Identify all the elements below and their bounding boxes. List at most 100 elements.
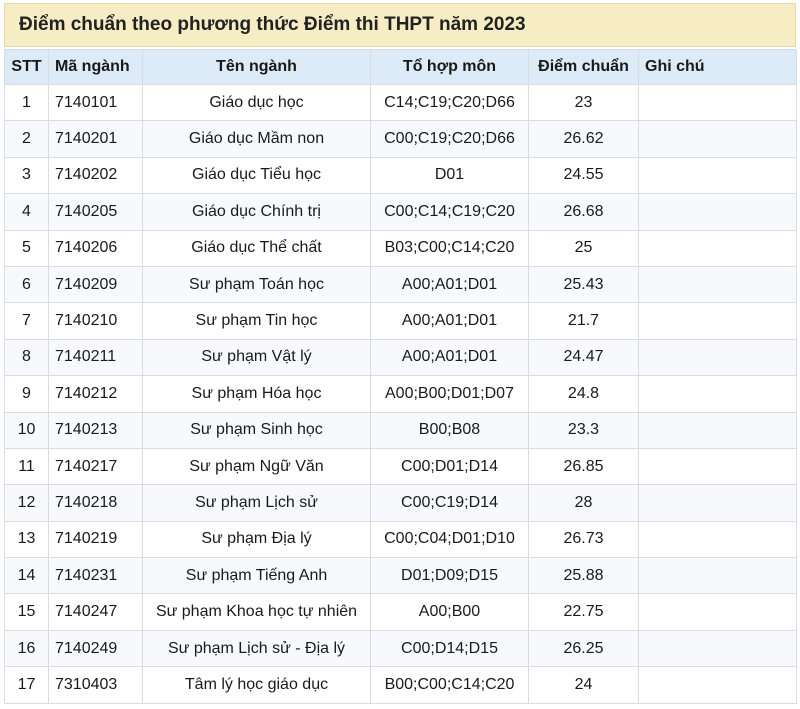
cell-stt: 12 (4, 484, 49, 522)
cell-ghi-chu (638, 666, 797, 704)
cell-ghi-chu (638, 156, 797, 195)
cell-to-hop-mon: C14;C19;C20;D66 (370, 83, 529, 122)
cell-diem-chuan: 24.47 (528, 338, 639, 377)
cell-to-hop-mon: A00;A01;D01 (370, 302, 529, 340)
cell-ghi-chu (638, 447, 797, 486)
cell-ten-nganh: Sư phạm Địa lý (142, 520, 371, 559)
cell-ma-nganh: 7140218 (48, 484, 143, 522)
header-ten-nganh: Tên ngành (142, 49, 371, 85)
table-row: 9 7140212 Sư phạm Hóa học A00;B00;D01;D07 24… (4, 375, 797, 413)
cell-stt: 2 (4, 120, 49, 158)
cell-diem-chuan: 25.88 (528, 557, 639, 595)
table-row: 16 7140249 Sư phạm Lịch sử - Địa lý C00;D14… (4, 629, 797, 668)
table-row: 11 7140217 Sư phạm Ngữ Văn C00;D01;D14 26.85 (4, 447, 797, 486)
cell-ghi-chu (638, 83, 797, 122)
cell-diem-chuan: 24.55 (528, 156, 639, 195)
cell-ten-nganh: Sư phạm Ngữ Văn (142, 447, 371, 486)
cell-ghi-chu (638, 338, 797, 377)
cell-diem-chuan: 21.7 (528, 302, 639, 340)
cell-diem-chuan: 23 (528, 83, 639, 122)
table-row: 1 7140101 Giáo dục học C14;C19;C20;D66 23 (4, 83, 797, 122)
cell-ma-nganh: 7140212 (48, 375, 143, 413)
cell-to-hop-mon: A00;B00;D01;D07 (370, 375, 529, 413)
header-ma-nganh: Mã ngành (48, 49, 143, 85)
cell-to-hop-mon: D01;D09;D15 (370, 557, 529, 595)
header-ghi-chu: Ghi chú (638, 49, 797, 85)
cell-ten-nganh: Giáo dục Chính trị (142, 193, 371, 231)
table-row: 12 7140218 Sư phạm Lịch sử C00;C19;D14 28 (4, 484, 797, 522)
header-stt: STT (4, 49, 49, 85)
cell-ma-nganh: 7140231 (48, 557, 143, 595)
cell-diem-chuan: 25.43 (528, 265, 639, 304)
cell-ten-nganh: Sư phạm Hóa học (142, 375, 371, 413)
cell-ghi-chu (638, 520, 797, 559)
cell-diem-chuan: 24 (528, 666, 639, 704)
page: Điểm chuẩn theo phương thức Điểm thi THP… (0, 0, 800, 709)
cell-stt: 7 (4, 302, 49, 340)
table-header: STT Mã ngành Tên ngành Tổ hợp môn Điểm c… (4, 49, 797, 85)
cell-ma-nganh: 7140201 (48, 120, 143, 158)
admission-score-table: STT Mã ngành Tên ngành Tổ hợp môn Điểm c… (4, 49, 797, 704)
cell-ten-nganh: Giáo dục Thể chất (142, 229, 371, 267)
table-row: 6 7140209 Sư phạm Toán học A00;A01;D01 25.43 (4, 265, 797, 304)
cell-stt: 13 (4, 520, 49, 559)
cell-stt: 17 (4, 666, 49, 704)
cell-ma-nganh: 7310403 (48, 666, 143, 704)
cell-ten-nganh: Sư phạm Khoa học tự nhiên (142, 593, 371, 631)
cell-stt: 1 (4, 83, 49, 122)
cell-diem-chuan: 26.73 (528, 520, 639, 559)
header-to-hop-mon: Tổ hợp môn (370, 49, 529, 85)
table-body: 1 7140101 Giáo dục học C14;C19;C20;D66 23 2 71… (4, 83, 797, 704)
table-row: 5 7140206 Giáo dục Thể chất B03;C00;C14;C20… (4, 229, 797, 267)
cell-ghi-chu (638, 629, 797, 668)
cell-ten-nganh: Giáo dục Mầm non (142, 120, 371, 158)
cell-stt: 10 (4, 411, 49, 449)
cell-diem-chuan: 24.8 (528, 375, 639, 413)
cell-stt: 8 (4, 338, 49, 377)
header-diem-chuan: Điểm chuẩn (528, 49, 639, 85)
cell-ten-nganh: Sư phạm Lịch sử (142, 484, 371, 522)
cell-ghi-chu (638, 593, 797, 631)
cell-ma-nganh: 7140209 (48, 265, 143, 304)
table-row: 14 7140231 Sư phạm Tiếng Anh D01;D09;D15 25.… (4, 557, 797, 595)
cell-ten-nganh: Giáo dục Tiểu học (142, 156, 371, 195)
cell-ten-nganh: Tâm lý học giáo dục (142, 666, 371, 704)
cell-ma-nganh: 7140205 (48, 193, 143, 231)
cell-diem-chuan: 26.85 (528, 447, 639, 486)
cell-ghi-chu (638, 265, 797, 304)
table-row: 8 7140211 Sư phạm Vật lý A00;A01;D01 24.47 (4, 338, 797, 377)
cell-stt: 4 (4, 193, 49, 231)
cell-to-hop-mon: B00;C00;C14;C20 (370, 666, 529, 704)
table-row: 2 7140201 Giáo dục Mầm non C00;C19;C20;D66 2… (4, 120, 797, 158)
cell-to-hop-mon: C00;D01;D14 (370, 447, 529, 486)
cell-stt: 16 (4, 629, 49, 668)
cell-to-hop-mon: C00;C14;C19;C20 (370, 193, 529, 231)
cell-ma-nganh: 7140211 (48, 338, 143, 377)
cell-stt: 3 (4, 156, 49, 195)
cell-stt: 15 (4, 593, 49, 631)
table-row: 15 7140247 Sư phạm Khoa học tự nhiên A00;B0… (4, 593, 797, 631)
cell-ghi-chu (638, 557, 797, 595)
cell-ten-nganh: Giáo dục học (142, 83, 371, 122)
cell-ghi-chu (638, 302, 797, 340)
cell-ma-nganh: 7140206 (48, 229, 143, 267)
cell-ten-nganh: Sư phạm Lịch sử - Địa lý (142, 629, 371, 668)
cell-ma-nganh: 7140249 (48, 629, 143, 668)
cell-ma-nganh: 7140247 (48, 593, 143, 631)
cell-ma-nganh: 7140101 (48, 83, 143, 122)
cell-ten-nganh: Sư phạm Tin học (142, 302, 371, 340)
cell-ten-nganh: Sư phạm Vật lý (142, 338, 371, 377)
header-row: STT Mã ngành Tên ngành Tổ hợp môn Điểm c… (4, 49, 797, 85)
cell-to-hop-mon: C00;C19;D14 (370, 484, 529, 522)
cell-ma-nganh: 7140213 (48, 411, 143, 449)
cell-diem-chuan: 28 (528, 484, 639, 522)
table-row: 17 7310403 Tâm lý học giáo dục B00;C00;C14;… (4, 666, 797, 704)
cell-stt: 6 (4, 265, 49, 304)
cell-to-hop-mon: A00;A01;D01 (370, 265, 529, 304)
cell-to-hop-mon: A00;A01;D01 (370, 338, 529, 377)
table-row: 13 7140219 Sư phạm Địa lý C00;C04;D01;D10 26… (4, 520, 797, 559)
cell-diem-chuan: 26.68 (528, 193, 639, 231)
cell-ten-nganh: Sư phạm Sinh học (142, 411, 371, 449)
cell-ten-nganh: Sư phạm Toán học (142, 265, 371, 304)
cell-ma-nganh: 7140202 (48, 156, 143, 195)
